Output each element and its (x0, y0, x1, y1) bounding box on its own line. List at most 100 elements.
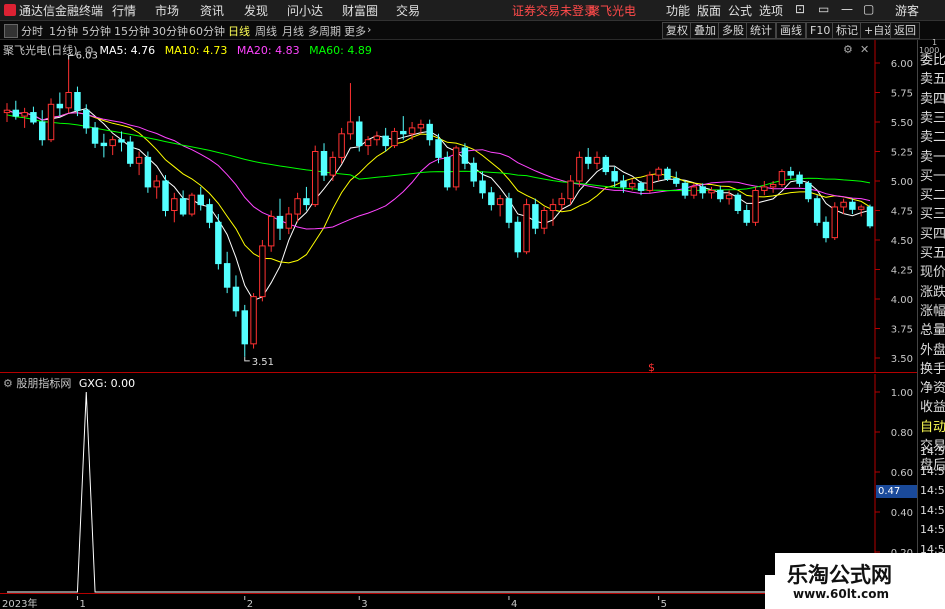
ma20-label: MA20: 4.83 (236, 44, 300, 57)
period-daily[interactable]: 日线 (228, 23, 250, 39)
candle-body (329, 156, 337, 176)
current-stock: 聚飞光电 (588, 4, 637, 18)
quote-field-label[interactable]: 卖三 (920, 110, 945, 128)
menu-item-xuanxiang[interactable]: 选项 (759, 2, 783, 19)
tool-tongji-button[interactable]: 统计 (746, 22, 776, 39)
settings-icon[interactable]: ⚙ (84, 44, 94, 57)
quote-field-label[interactable]: 买三 (920, 206, 945, 224)
candle (778, 169, 786, 187)
candle-body (382, 135, 389, 147)
stock-panel-toggle-icon[interactable] (4, 24, 18, 38)
menu-item-shichang[interactable]: 市场 (155, 2, 179, 19)
price-chart-title[interactable]: 聚飞光电(日线) (3, 44, 78, 57)
menu-item-wenxiaoda[interactable]: 问小达 (287, 2, 323, 19)
candle (259, 240, 266, 302)
period-bar: 分时 1分钟 5分钟 15分钟 30分钟 60分钟 日线 周线 月线 多周期 更… (0, 21, 945, 40)
tool-fanhui-button[interactable]: 返回 (890, 22, 920, 39)
candle-body (364, 139, 372, 147)
period-weekly[interactable]: 周线 (255, 23, 277, 39)
maximize-icon[interactable]: ▢ (863, 2, 874, 16)
quote-field-label[interactable]: 买四 (920, 226, 945, 244)
quote-field-label[interactable]: 净资 (920, 380, 945, 398)
menu-item-caifuquan[interactable]: 财富圈 (342, 2, 378, 19)
quote-field-label[interactable]: 总量 (920, 322, 945, 340)
quote-field-label[interactable]: 卖四 (920, 91, 945, 109)
menu-item-zixun[interactable]: 资讯 (200, 2, 224, 19)
menu-item-banmian[interactable]: 版面 (697, 2, 721, 19)
candle-body (197, 194, 204, 206)
period-30min[interactable]: 30分钟 (152, 23, 188, 39)
quote-field-label[interactable]: 换手 (920, 361, 945, 379)
candle-body (576, 156, 583, 182)
y-tick-label: 5.25 (891, 148, 913, 159)
quote-field-label[interactable]: 自动 (920, 419, 945, 437)
restore-icon[interactable]: ⊡ (795, 2, 805, 16)
panel-settings-icon[interactable]: ⚙ (843, 43, 853, 56)
low-label: 3.51 (252, 357, 274, 368)
candle-body (267, 215, 275, 247)
quote-field-label[interactable]: 买一 (920, 168, 945, 186)
period-multi[interactable]: 多周期 (308, 23, 341, 39)
quote-field-label[interactable]: 卖五 (920, 71, 945, 89)
candle (734, 192, 742, 215)
layout-icon[interactable]: ▭ (818, 2, 829, 16)
y-tick-label: 5.75 (891, 89, 913, 100)
period-15min[interactable]: 15分钟 (114, 23, 150, 39)
tool-huaxian-button[interactable]: 画线 (776, 22, 806, 39)
quote-field-label[interactable]: 现价 (920, 264, 945, 282)
candle-body (479, 180, 486, 194)
more-arrow-icon[interactable]: › (367, 23, 371, 36)
period-fenshi[interactable]: 分时 (21, 23, 43, 39)
period-more[interactable]: 更多 (344, 23, 366, 39)
price-chart[interactable]: 6.00 5.75 5.50 5.25 5.00 4.75 4.50 4.25 4.00 3.75… (0, 40, 917, 373)
candle (813, 195, 821, 226)
period-5min[interactable]: 5分钟 (82, 23, 111, 39)
tool-diejia-button[interactable]: 叠加 (690, 22, 720, 39)
candle-body (144, 156, 152, 188)
period-1min[interactable]: 1分钟 (49, 23, 78, 39)
candle (250, 293, 257, 349)
period-monthly[interactable]: 月线 (282, 23, 304, 39)
quote-field-label[interactable]: 卖二 (920, 129, 945, 147)
candle-body (488, 192, 495, 206)
candle-body (540, 210, 548, 229)
quote-field-label[interactable]: 涨跌 (920, 284, 945, 302)
candle-body (259, 245, 266, 298)
quote-field-label[interactable]: 买二 (920, 187, 945, 205)
candle (311, 145, 319, 207)
menu-item-hangqing[interactable]: 行情 (112, 2, 136, 19)
menu-item-jiaoyi[interactable]: 交易 (396, 2, 420, 19)
y-tick-label: 5.50 (891, 118, 913, 129)
tool-duogu-button[interactable]: 多股 (718, 22, 748, 39)
indicator-title[interactable]: 股朋指标网 (16, 377, 71, 390)
candle-body (188, 194, 196, 215)
quote-field-label[interactable]: 收益 (920, 399, 945, 417)
candle-body (849, 201, 856, 210)
quote-field-label[interactable]: 卖一 (920, 149, 945, 167)
tool-f10-button[interactable]: F10 (806, 22, 835, 39)
quote-field-label[interactable]: 外盘 (920, 342, 945, 360)
ind-tick-label: 0.40 (891, 508, 913, 519)
login-status[interactable]: 证券交易未登录 (512, 2, 596, 19)
minimize-icon[interactable]: — (841, 2, 853, 16)
candle-body (320, 151, 328, 176)
user-label[interactable]: 游客 (895, 2, 919, 19)
candle-body (602, 156, 610, 173)
tool-biaoji-button[interactable]: 标记 (832, 22, 862, 39)
settings-icon[interactable]: ⚙ (3, 377, 13, 390)
candle-body (461, 147, 469, 164)
tool-fuquan-button[interactable]: 复权 (662, 22, 692, 39)
quote-field-label[interactable]: 涨幅 (920, 303, 945, 321)
panel-close-icon[interactable]: ✕ (860, 43, 869, 56)
candle-body (637, 182, 645, 191)
candle (188, 192, 196, 217)
menu-item-faxian[interactable]: 发现 (244, 2, 268, 19)
candle-body (717, 189, 724, 200)
candle-body (549, 204, 557, 212)
period-60min[interactable]: 60分钟 (189, 23, 225, 39)
quote-field-label[interactable]: 委比 (920, 52, 945, 70)
quote-field-label[interactable]: 买五 (920, 245, 945, 263)
menu-item-gongneng[interactable]: 功能 (666, 2, 690, 19)
menu-item-gongshi[interactable]: 公式 (728, 2, 752, 19)
tick-time: 14:56 (920, 484, 945, 498)
